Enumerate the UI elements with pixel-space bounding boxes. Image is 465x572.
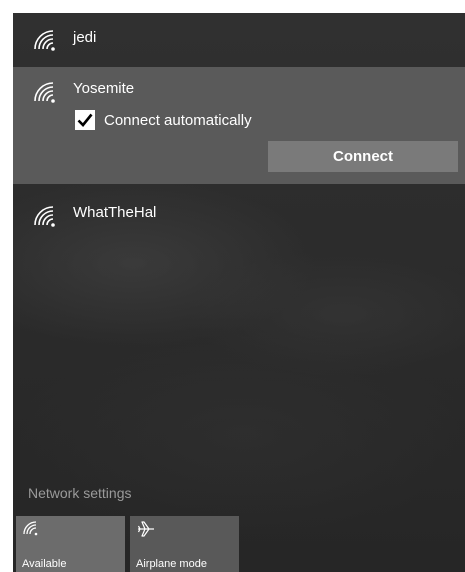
wifi-tile[interactable]: Available	[16, 516, 125, 572]
network-ssid: Yosemite	[73, 80, 135, 97]
connect-automatically-checkbox[interactable]	[75, 110, 95, 130]
network-item-whatthehal[interactable]: WhatTheHal	[13, 186, 465, 236]
wifi-icon	[22, 520, 40, 541]
network-settings-link[interactable]: Network settings	[28, 485, 131, 501]
connect-automatically-row[interactable]: Connect automatically	[75, 109, 252, 131]
network-ssid: WhatTheHal	[73, 204, 157, 221]
network-ssid: jedi	[73, 29, 97, 46]
airplane-icon	[136, 520, 156, 543]
checkmark-icon	[77, 113, 93, 127]
network-flyout: jedi Yosemite Connect automatically Conn…	[13, 13, 465, 572]
tile-label: Airplane mode	[136, 558, 207, 570]
tile-label: Available	[22, 558, 67, 570]
wifi-secured-icon	[31, 27, 57, 53]
network-item-jedi[interactable]: jedi	[13, 13, 465, 67]
connect-automatically-label: Connect automatically	[104, 111, 252, 129]
airplane-mode-tile[interactable]: Airplane mode	[130, 516, 239, 572]
wifi-secured-icon	[31, 203, 57, 229]
connect-button[interactable]: Connect	[268, 141, 458, 172]
network-item-yosemite[interactable]: Yosemite Connect automatically Connect	[13, 67, 465, 184]
wifi-secured-icon	[31, 79, 57, 105]
